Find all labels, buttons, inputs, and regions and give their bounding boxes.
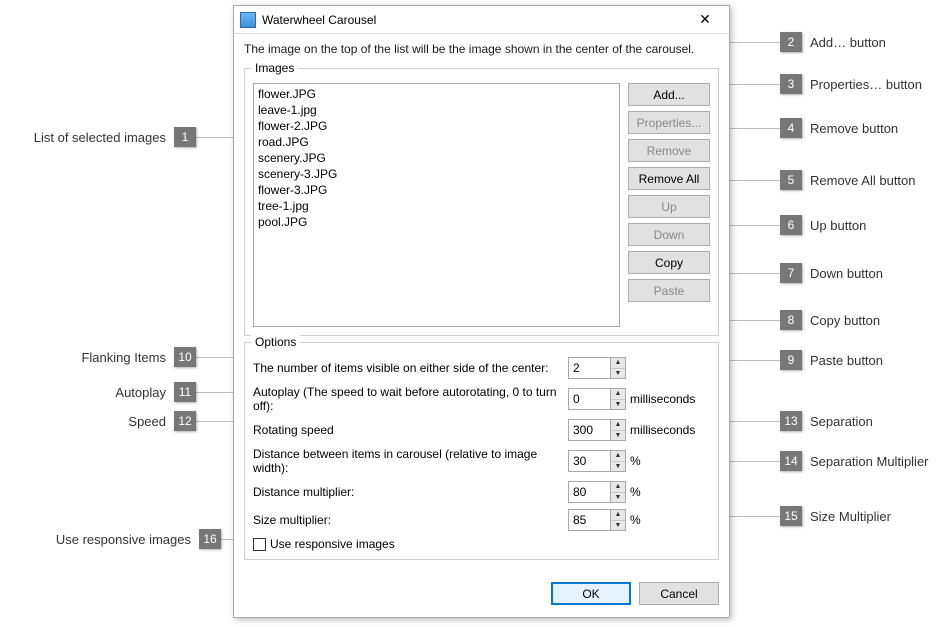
- spin-down-icon[interactable]: ▼: [611, 369, 625, 379]
- flanking-input[interactable]: [568, 357, 610, 379]
- flanking-spinner[interactable]: ▲▼: [568, 357, 626, 379]
- callout-label: Separation: [810, 414, 873, 429]
- callout-label: Speed: [128, 414, 166, 429]
- remove-all-button[interactable]: Remove All: [628, 167, 710, 190]
- dialog-title: Waterwheel Carousel: [262, 13, 685, 27]
- autoplay-unit: milliseconds: [630, 392, 710, 406]
- flanking-label: The number of items visible on either si…: [253, 361, 564, 375]
- remove-button[interactable]: Remove: [628, 139, 710, 162]
- callout-label: Separation Multiplier: [810, 454, 929, 469]
- spin-up-icon[interactable]: ▲: [611, 358, 625, 369]
- autoplay-input[interactable]: [568, 388, 610, 410]
- spin-down-icon[interactable]: ▼: [611, 462, 625, 472]
- separation-label: Distance between items in carousel (rela…: [253, 447, 564, 475]
- sizemul-input[interactable]: [568, 509, 610, 531]
- callout-label: Copy button: [810, 313, 880, 328]
- autoplay-label: Autoplay (The speed to wait before autor…: [253, 385, 564, 413]
- spin-up-icon[interactable]: ▲: [611, 389, 625, 400]
- separation-unit: %: [630, 454, 710, 468]
- callout-num: 9: [780, 350, 802, 370]
- callout-num: 5: [780, 170, 802, 190]
- list-item[interactable]: road.JPG: [258, 134, 615, 150]
- callout-num: 4: [780, 118, 802, 138]
- close-button[interactable]: ✕: [685, 8, 725, 32]
- callout-num: 10: [174, 347, 196, 367]
- callout-num: 14: [780, 451, 802, 471]
- responsive-checkbox[interactable]: [253, 538, 266, 551]
- spin-down-icon[interactable]: ▼: [611, 400, 625, 410]
- separation-spinner[interactable]: ▲▼: [568, 450, 626, 472]
- callout-num: 11: [174, 382, 196, 402]
- list-item[interactable]: flower.JPG: [258, 86, 615, 102]
- list-item[interactable]: scenery.JPG: [258, 150, 615, 166]
- spin-up-icon[interactable]: ▲: [611, 482, 625, 493]
- app-icon: [240, 12, 256, 28]
- dialog-hint: The image on the top of the list will be…: [244, 40, 719, 62]
- list-item[interactable]: flower-2.JPG: [258, 118, 615, 134]
- callout-label: Autoplay: [115, 385, 166, 400]
- callout-num: 12: [174, 411, 196, 431]
- callout-label: Remove All button: [810, 173, 916, 188]
- callout-label: Size Multiplier: [810, 509, 891, 524]
- up-button[interactable]: Up: [628, 195, 710, 218]
- spin-down-icon[interactable]: ▼: [611, 493, 625, 503]
- list-item[interactable]: leave-1.jpg: [258, 102, 615, 118]
- add-button[interactable]: Add...: [628, 83, 710, 106]
- list-item[interactable]: flower-3.JPG: [258, 182, 615, 198]
- options-group: Options The number of items visible on e…: [244, 342, 719, 560]
- speed-unit: milliseconds: [630, 423, 710, 437]
- callout-num: 3: [780, 74, 802, 94]
- spin-up-icon[interactable]: ▲: [611, 510, 625, 521]
- distmul-spinner[interactable]: ▲▼: [568, 481, 626, 503]
- callout-num: 2: [780, 32, 802, 52]
- callout-num: 6: [780, 215, 802, 235]
- paste-button[interactable]: Paste: [628, 279, 710, 302]
- sizemul-label: Size multiplier:: [253, 513, 564, 527]
- separation-input[interactable]: [568, 450, 610, 472]
- callout-label: List of selected images: [34, 130, 166, 145]
- properties-button[interactable]: Properties...: [628, 111, 710, 134]
- callout-label: Down button: [810, 266, 883, 281]
- sizemul-unit: %: [630, 513, 710, 527]
- list-item[interactable]: pool.JPG: [258, 214, 615, 230]
- speed-label: Rotating speed: [253, 423, 564, 437]
- callout-num: 7: [780, 263, 802, 283]
- callout-label: Use responsive images: [56, 532, 191, 547]
- callout-label: Paste button: [810, 353, 883, 368]
- distmul-label: Distance multiplier:: [253, 485, 564, 499]
- sizemul-spinner[interactable]: ▲▼: [568, 509, 626, 531]
- cancel-button[interactable]: Cancel: [639, 582, 719, 605]
- copy-button[interactable]: Copy: [628, 251, 710, 274]
- callout-label: Properties… button: [810, 77, 922, 92]
- titlebar[interactable]: Waterwheel Carousel ✕: [234, 6, 729, 34]
- speed-spinner[interactable]: ▲▼: [568, 419, 626, 441]
- callout-num: 1: [174, 127, 196, 147]
- callout-num: 13: [780, 411, 802, 431]
- callout-num: 15: [780, 506, 802, 526]
- options-legend: Options: [251, 335, 300, 349]
- spin-up-icon[interactable]: ▲: [611, 420, 625, 431]
- autoplay-spinner[interactable]: ▲▼: [568, 388, 626, 410]
- images-listbox[interactable]: flower.JPG leave-1.jpg flower-2.JPG road…: [253, 83, 620, 327]
- responsive-label: Use responsive images: [270, 537, 395, 551]
- spin-up-icon[interactable]: ▲: [611, 451, 625, 462]
- down-button[interactable]: Down: [628, 223, 710, 246]
- list-item[interactable]: scenery-3.JPG: [258, 166, 615, 182]
- callout-label: Flanking Items: [81, 350, 166, 365]
- images-legend: Images: [251, 61, 298, 75]
- callout-num: 8: [780, 310, 802, 330]
- list-item[interactable]: tree-1.jpg: [258, 198, 615, 214]
- spin-down-icon[interactable]: ▼: [611, 521, 625, 531]
- distmul-unit: %: [630, 485, 710, 499]
- waterwheel-dialog: Waterwheel Carousel ✕ The image on the t…: [233, 5, 730, 618]
- callout-label: Remove button: [810, 121, 898, 136]
- spin-down-icon[interactable]: ▼: [611, 431, 625, 441]
- callout-label: Add… button: [810, 35, 886, 50]
- callout-num: 16: [199, 529, 221, 549]
- speed-input[interactable]: [568, 419, 610, 441]
- callout-label: Up button: [810, 218, 866, 233]
- images-group: Images flower.JPG leave-1.jpg flower-2.J…: [244, 68, 719, 336]
- distmul-input[interactable]: [568, 481, 610, 503]
- ok-button[interactable]: OK: [551, 582, 631, 605]
